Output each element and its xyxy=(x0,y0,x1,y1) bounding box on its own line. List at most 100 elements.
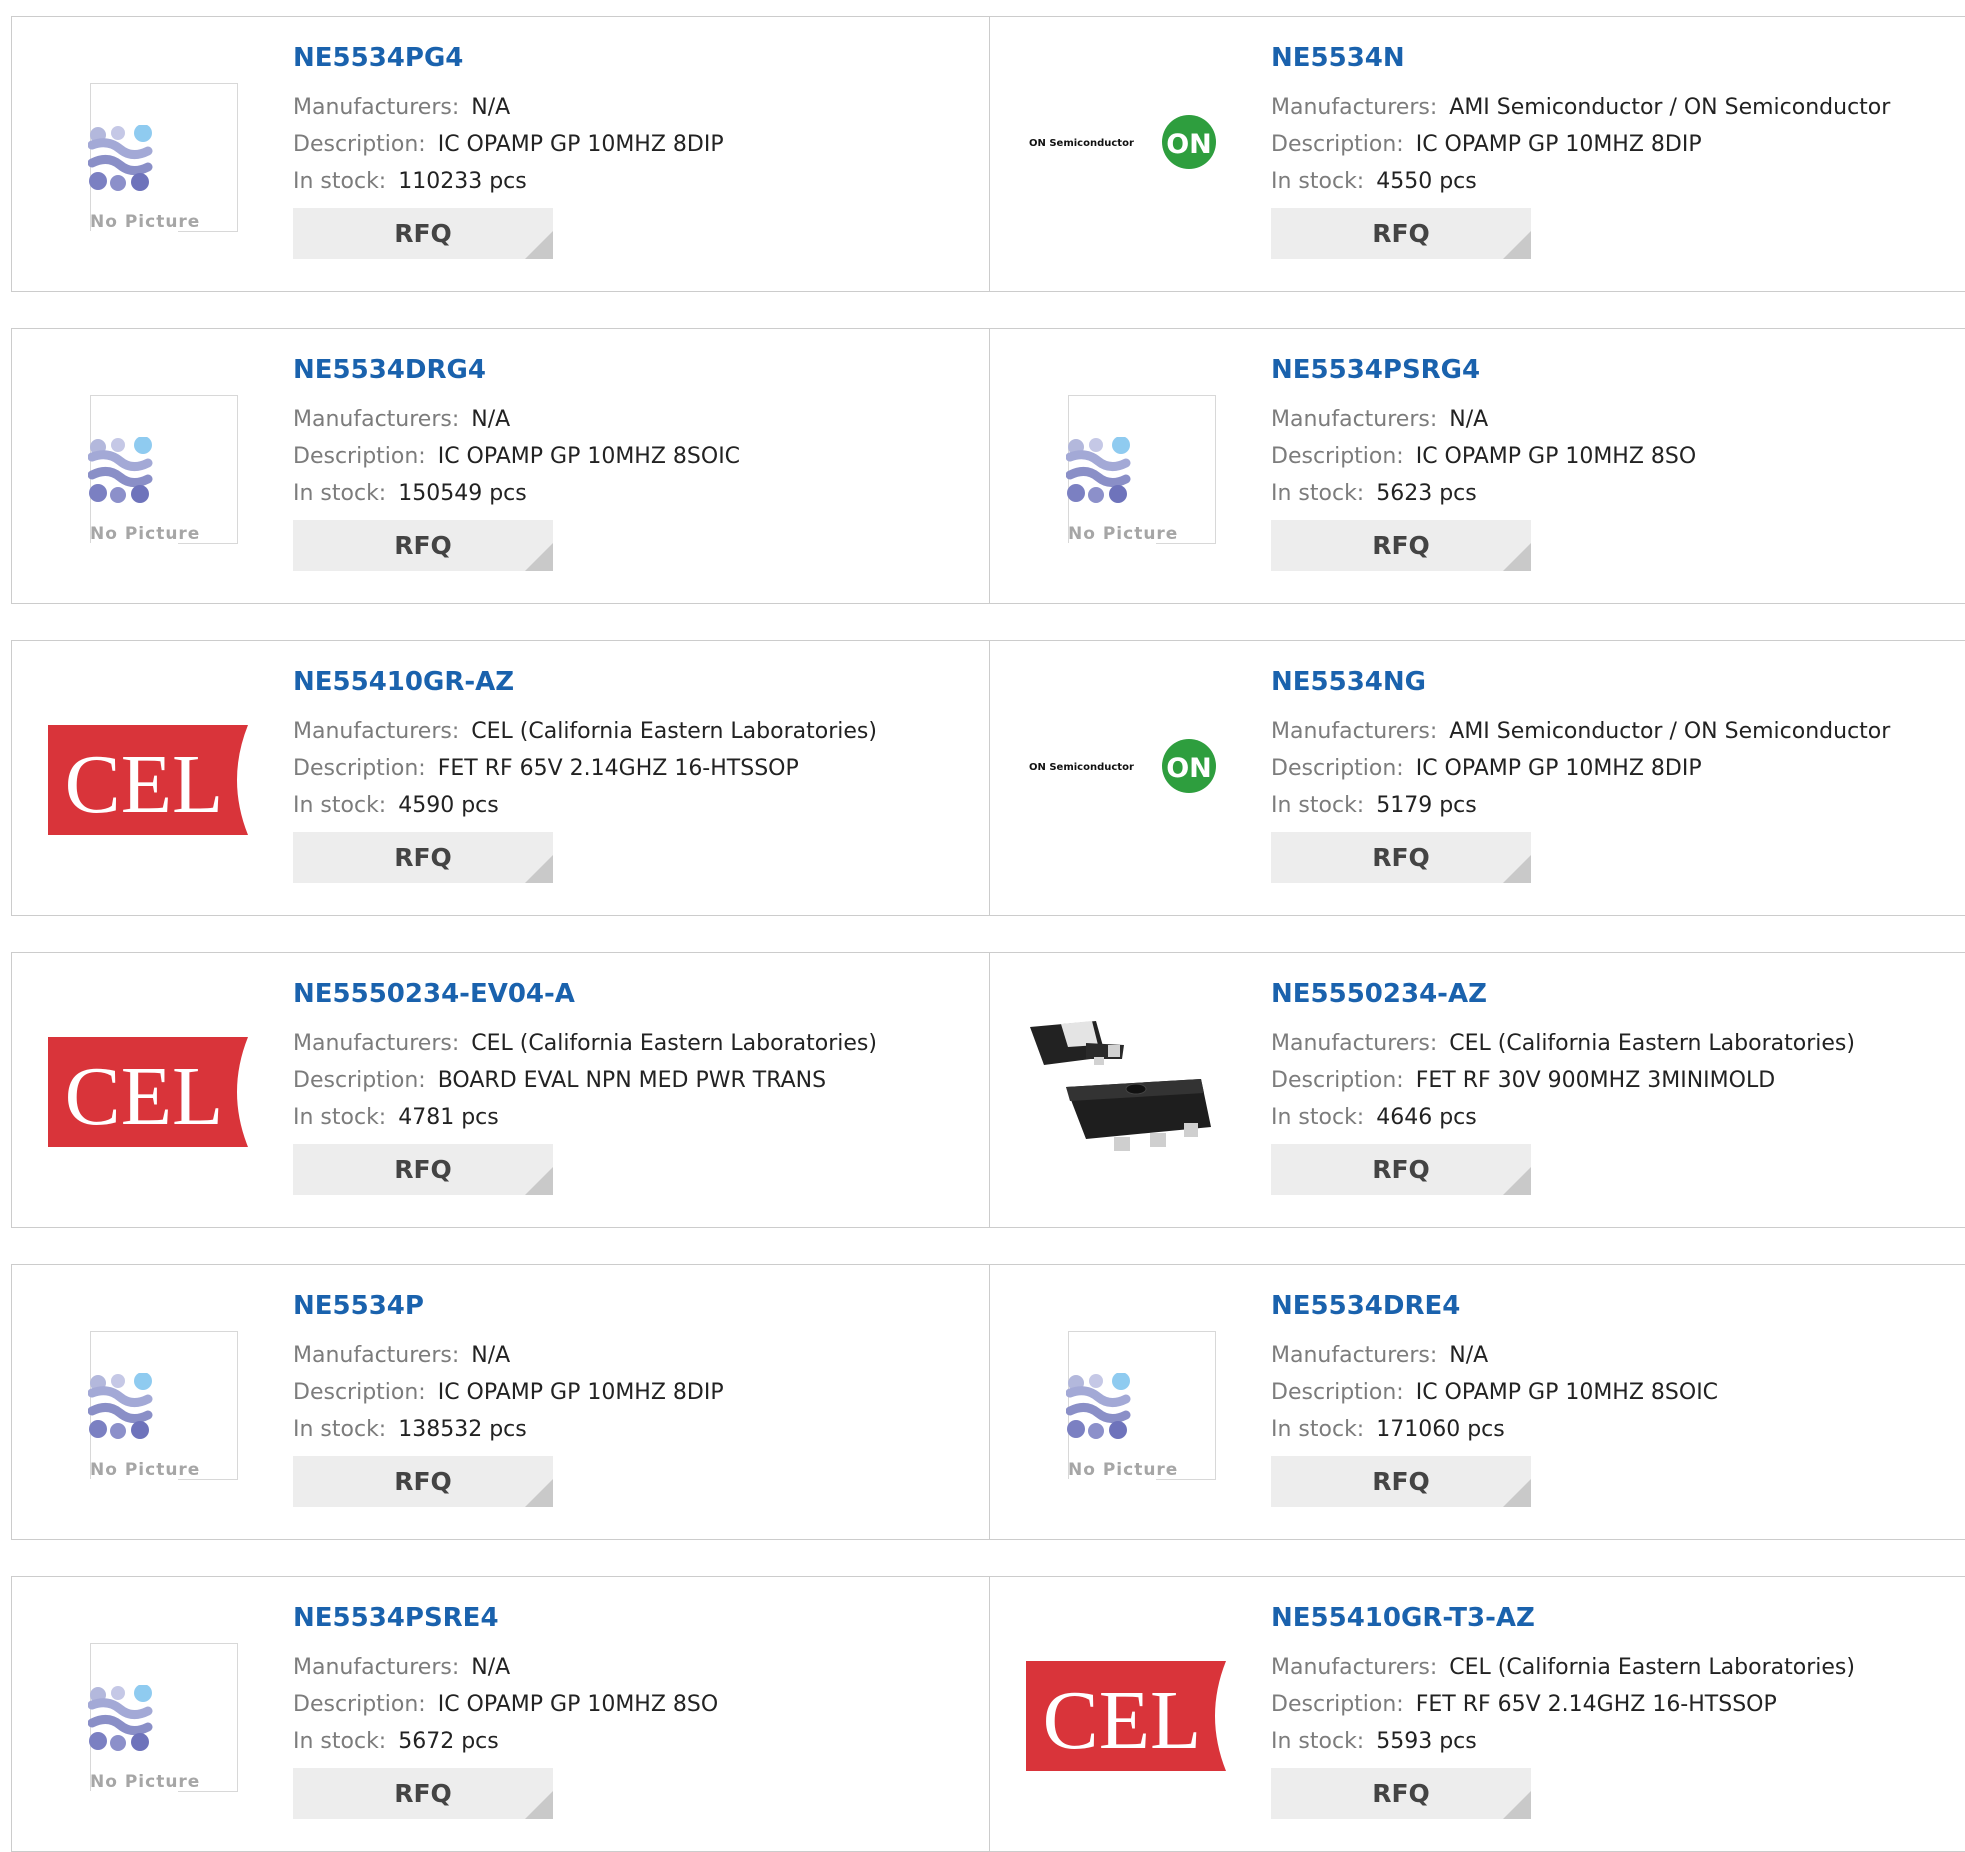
description-value: BOARD EVAL NPN MED PWR TRANS xyxy=(437,1068,827,1093)
stock-label: In stock: xyxy=(1271,793,1365,818)
cel-logo[interactable]: CEL xyxy=(48,695,248,865)
rfq-label: RFQ xyxy=(394,1467,452,1496)
on-semi-logo[interactable]: ON Semiconductor ON xyxy=(1026,71,1226,241)
manufacturer-value: CEL (California Eastern Laboratories) xyxy=(471,1031,877,1056)
placeholder-dots-icon xyxy=(88,437,153,503)
stock-value: 4781 pcs xyxy=(398,1105,499,1130)
no-picture[interactable]: No Picture xyxy=(1026,383,1226,553)
manufacturer-value: N/A xyxy=(1449,407,1489,432)
transistor-photo[interactable] xyxy=(1026,1007,1226,1177)
part-number-link[interactable]: NE5534PSRG4 xyxy=(1271,355,1965,385)
stock-label: In stock: xyxy=(293,793,387,818)
rfq-button[interactable]: RFQ xyxy=(293,520,553,571)
description-label: Description: xyxy=(1271,444,1404,469)
part-number-link[interactable]: NE5550234-AZ xyxy=(1271,979,1965,1009)
placeholder-dots-icon xyxy=(88,1373,153,1439)
no-picture[interactable]: No Picture xyxy=(48,1631,248,1801)
part-number-link[interactable]: NE5534DRG4 xyxy=(293,355,979,385)
product-card: ON Semiconductor ON NE5534NG Manufacture… xyxy=(989,640,1965,916)
rfq-button[interactable]: RFQ xyxy=(1271,1144,1531,1195)
cel-logo[interactable]: CEL xyxy=(1026,1631,1226,1801)
manufacturer-label: Manufacturers: xyxy=(1271,719,1438,744)
on-semi-logo[interactable]: ON Semiconductor ON xyxy=(1026,695,1226,865)
no-picture[interactable]: No Picture xyxy=(48,71,248,241)
part-number-link[interactable]: NE55410GR-AZ xyxy=(293,667,979,697)
manufacturer-row: Manufacturers: N/A xyxy=(1271,401,1965,438)
rfq-button[interactable]: RFQ xyxy=(1271,1456,1531,1507)
product-grid: No Picture NE5534PG4 Manufacturers: N/A D… xyxy=(0,0,1965,1852)
description-label: Description: xyxy=(293,1692,426,1717)
stock-label: In stock: xyxy=(1271,1105,1365,1130)
rfq-button[interactable]: RFQ xyxy=(293,832,553,883)
manufacturer-label: Manufacturers: xyxy=(293,719,460,744)
rfq-label: RFQ xyxy=(1372,531,1430,560)
description-label: Description: xyxy=(1271,1692,1404,1717)
part-number-link[interactable]: NE5534NG xyxy=(1271,667,1965,697)
product-details: NE5534PSRE4 Manufacturers: N/A Descriptio… xyxy=(293,1603,979,1819)
cel-logo: CEL xyxy=(1026,1661,1226,1771)
placeholder-dots-icon xyxy=(1066,437,1131,503)
rfq-label: RFQ xyxy=(394,1155,452,1184)
on-semi-logo: ON Semiconductor ON xyxy=(1029,739,1216,793)
product-details: NE5534DRG4 Manufacturers: N/A Description… xyxy=(293,355,979,571)
part-number-link[interactable]: NE5534PG4 xyxy=(293,43,979,73)
stock-label: In stock: xyxy=(1271,1729,1365,1754)
corner-triangle-icon xyxy=(1503,1791,1531,1819)
rfq-button[interactable]: RFQ xyxy=(293,1144,553,1195)
no-picture[interactable]: No Picture xyxy=(48,383,248,553)
manufacturer-label: Manufacturers: xyxy=(293,1343,460,1368)
manufacturer-row: Manufacturers: N/A xyxy=(293,1337,979,1374)
description-row: Description: FET RF 65V 2.14GHZ 16-HTSSOP xyxy=(293,750,979,787)
corner-triangle-icon xyxy=(1503,1167,1531,1195)
rfq-label: RFQ xyxy=(1372,1155,1430,1184)
part-number-link[interactable]: NE5550234-EV04-A xyxy=(293,979,979,1009)
rfq-button[interactable]: RFQ xyxy=(293,1456,553,1507)
product-details: NE5534PSRG4 Manufacturers: N/A Descriptio… xyxy=(1271,355,1965,571)
stock-row: In stock: 5672 pcs xyxy=(293,1723,979,1760)
no-picture[interactable]: No Picture xyxy=(48,1319,248,1489)
stock-row: In stock: 4550 pcs xyxy=(1271,163,1965,200)
corner-triangle-icon xyxy=(1503,1479,1531,1507)
stock-label: In stock: xyxy=(293,481,387,506)
part-number-link[interactable]: NE5534N xyxy=(1271,43,1965,73)
on-semi-logo-text: ON Semiconductor xyxy=(1029,138,1134,149)
rfq-button[interactable]: RFQ xyxy=(293,1768,553,1819)
part-number-link[interactable]: NE5534P xyxy=(293,1291,979,1321)
stock-value: 4646 pcs xyxy=(1376,1105,1477,1130)
rfq-label: RFQ xyxy=(1372,843,1430,872)
no-picture[interactable]: No Picture xyxy=(1026,1319,1226,1489)
rfq-label: RFQ xyxy=(394,843,452,872)
stock-value: 171060 pcs xyxy=(1376,1417,1505,1442)
no-picture-text: No Picture xyxy=(90,1772,201,1792)
part-number-link[interactable]: NE5534PSRE4 xyxy=(293,1603,979,1633)
part-number-link[interactable]: NE5534DRE4 xyxy=(1271,1291,1965,1321)
product-details: NE55410GR-T3-AZ Manufacturers: CEL (Calif… xyxy=(1271,1603,1965,1819)
rfq-button[interactable]: RFQ xyxy=(1271,520,1531,571)
part-number-link[interactable]: NE55410GR-T3-AZ xyxy=(1271,1603,1965,1633)
rfq-label: RFQ xyxy=(1372,1779,1430,1808)
corner-triangle-icon xyxy=(525,1167,553,1195)
rfq-button[interactable]: RFQ xyxy=(1271,1768,1531,1819)
rfq-button[interactable]: RFQ xyxy=(293,208,553,259)
corner-triangle-icon xyxy=(525,1791,553,1819)
corner-triangle-icon xyxy=(1503,543,1531,571)
manufacturer-row: Manufacturers: CEL (California Eastern La… xyxy=(293,1025,979,1062)
description-row: Description: IC OPAMP GP 10MHZ 8DIP xyxy=(293,1374,979,1411)
rfq-button[interactable]: RFQ xyxy=(1271,208,1531,259)
manufacturer-value: CEL (California Eastern Laboratories) xyxy=(471,719,877,744)
stock-row: In stock: 150549 pcs xyxy=(293,475,979,512)
product-details: NE5550234-EV04-A Manufacturers: CEL (Cali… xyxy=(293,979,979,1195)
no-picture-text: No Picture xyxy=(90,212,201,232)
description-row: Description: IC OPAMP GP 10MHZ 8DIP xyxy=(1271,750,1965,787)
cel-logo[interactable]: CEL xyxy=(48,1007,248,1177)
cel-logo: CEL xyxy=(48,1037,248,1147)
rfq-label: RFQ xyxy=(394,1779,452,1808)
description-label: Description: xyxy=(293,1380,426,1405)
cel-logo: CEL xyxy=(48,725,248,835)
manufacturer-row: Manufacturers: N/A xyxy=(293,401,979,438)
rfq-button[interactable]: RFQ xyxy=(1271,832,1531,883)
product-card: No Picture NE5534PG4 Manufacturers: N/A D… xyxy=(11,16,990,292)
stock-row: In stock: 5593 pcs xyxy=(1271,1723,1965,1760)
stock-value: 5179 pcs xyxy=(1376,793,1477,818)
stock-label: In stock: xyxy=(293,1417,387,1442)
